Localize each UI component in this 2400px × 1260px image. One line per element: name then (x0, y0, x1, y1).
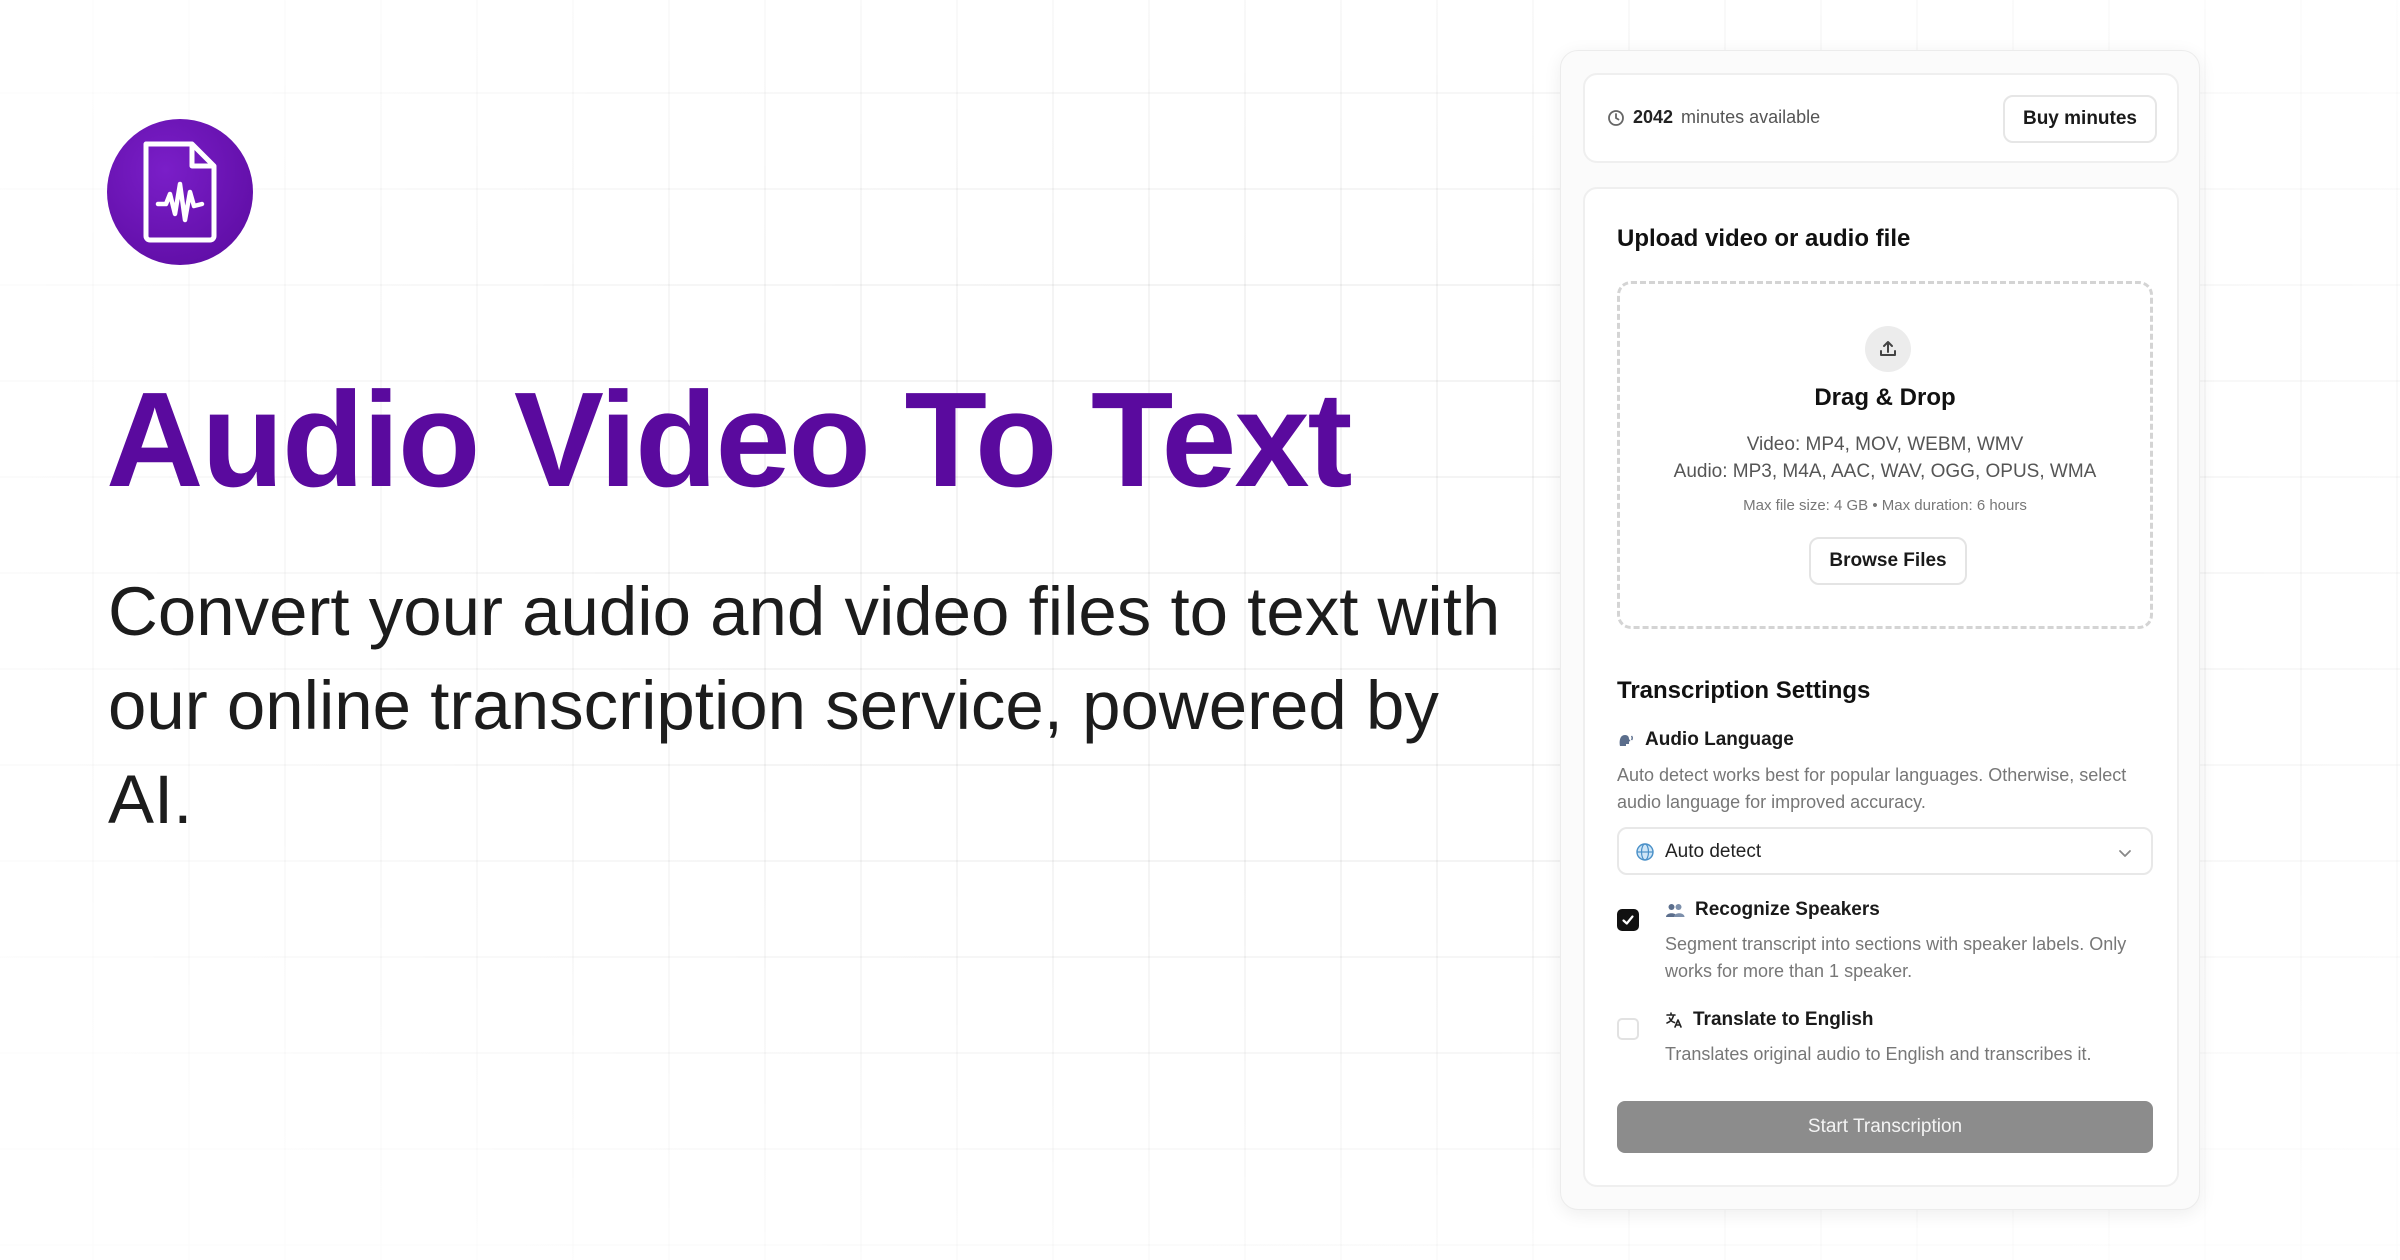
translate-english-checkbox[interactable] (1617, 1018, 1639, 1040)
drop-zone[interactable]: Drag & Drop Video: MP4, MOV, WEBM, WMV A… (1617, 281, 2153, 629)
minutes-label: minutes available (1681, 107, 1821, 127)
upload-card: Upload video or audio file Drag & Drop V… (1583, 187, 2179, 1187)
page-title: Audio Video To Text (106, 364, 1352, 515)
start-transcription-button[interactable]: Start Transcription (1617, 1101, 2153, 1153)
globe-icon (1636, 843, 1654, 861)
file-limits: Max file size: 4 GB • Max duration: 6 ho… (1743, 497, 2027, 514)
audio-language-text: Audio Language (1645, 729, 1794, 750)
minutes-available: 2042 minutes available (1607, 107, 1820, 128)
recognize-speakers-description: Segment transcript into sections with sp… (1665, 934, 2127, 981)
drag-drop-title: Drag & Drop (1814, 384, 1956, 411)
check-icon (1622, 915, 1634, 925)
minutes-count: 2042 (1633, 107, 1674, 127)
clock-icon (1608, 109, 1624, 126)
speaking-head-icon (1619, 735, 1633, 746)
logo (107, 119, 253, 265)
audio-formats: Audio: MP3, M4A, AAC, WAV, OGG, OPUS, WM… (1673, 461, 2097, 482)
video-formats: Video: MP4, MOV, WEBM, WMV (1746, 434, 2024, 455)
people-icon (1666, 904, 1685, 917)
audio-language-select[interactable]: Auto detect (1617, 827, 2153, 875)
upload-icon-wrap (1865, 326, 1911, 372)
minutes-card: 2042 minutes available Buy minutes (1583, 73, 2179, 163)
transcription-panel: 2042 minutes available Buy minutes Uploa… (1560, 50, 2200, 1210)
settings-heading: Transcription Settings (1617, 677, 1871, 704)
audio-language-value: Auto detect (1665, 841, 1762, 862)
buy-minutes-button[interactable]: Buy minutes (2003, 95, 2157, 143)
audio-language-label: Audio Language (1617, 729, 1794, 751)
recognize-speakers-label: Recognize Speakers (1665, 899, 1880, 921)
translate-icon (1666, 1012, 1682, 1028)
translate-english-description: Translates original audio to English and… (1665, 1044, 2092, 1064)
page-subtitle: Convert your audio and video files to te… (108, 573, 1501, 838)
translate-english-text: Translate to English (1693, 1009, 1874, 1030)
browse-files-button[interactable]: Browse Files (1809, 537, 1967, 585)
upload-heading: Upload video or audio file (1617, 225, 1911, 252)
audio-language-description: Auto detect works best for popular langu… (1617, 765, 2127, 812)
recognize-speakers-checkbox[interactable] (1617, 909, 1639, 931)
translate-english-label: Translate to English (1665, 1009, 1874, 1031)
recognize-speakers-text: Recognize Speakers (1695, 899, 1880, 920)
upload-icon (1880, 341, 1896, 356)
audio-file-waveform-icon (143, 141, 217, 243)
chevron-down-icon (2119, 850, 2131, 857)
